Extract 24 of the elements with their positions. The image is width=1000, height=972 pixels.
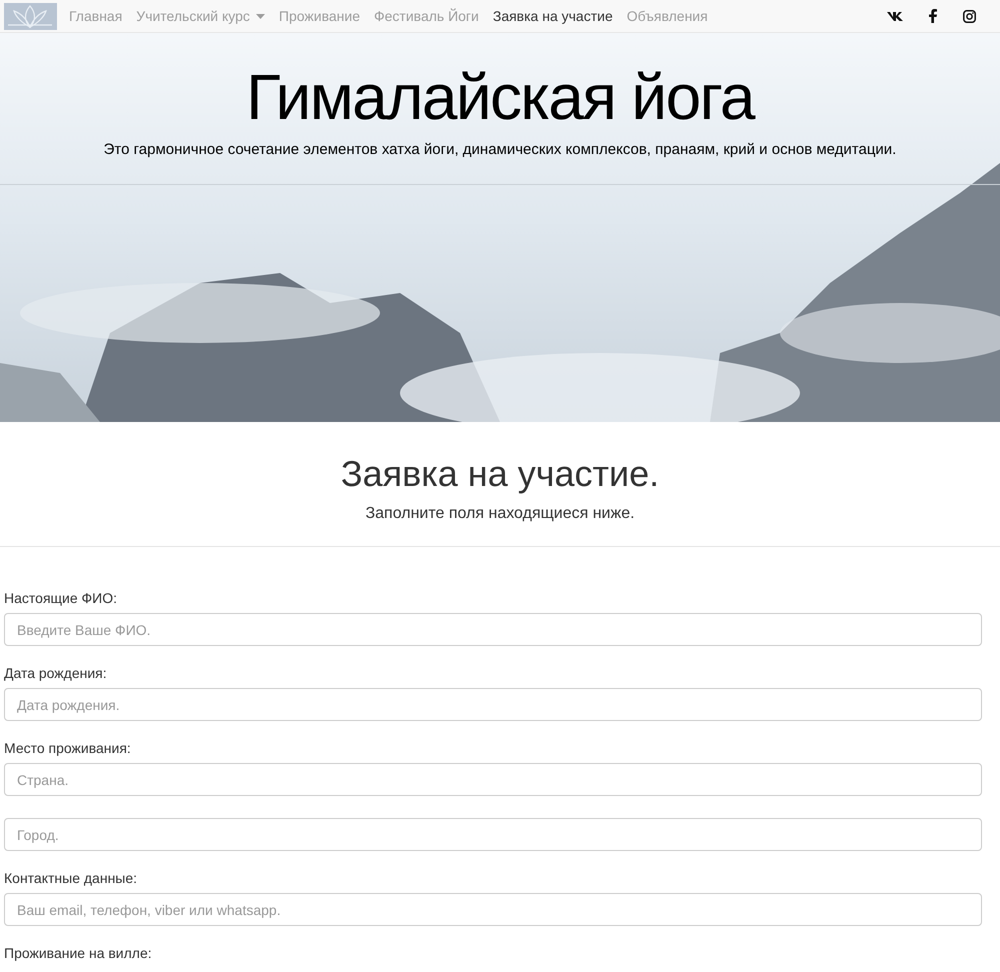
instagram-icon[interactable] [963, 10, 976, 22]
vk-icon[interactable] [887, 11, 903, 21]
nav-link[interactable]: Главная [69, 6, 122, 26]
nav-link[interactable]: Проживание [278, 6, 360, 26]
input-field[interactable]: Город. [4, 818, 982, 851]
hero-subtitle: Это гармоничное сочетание элементов хатха йоги, динамических комплексов, пранаям, крий и основ медитации. [104, 140, 896, 160]
input-field[interactable]: Ваш email, телефон, viber или whatsapp. [4, 893, 982, 926]
input-field[interactable]: Введите Ваше ФИО. [4, 613, 982, 646]
facebook-icon[interactable] [929, 9, 937, 23]
nav-link[interactable]: Объявления [626, 6, 708, 26]
field-label: Дата рождения: [4, 664, 108, 682]
input-field[interactable]: Дата рождения. [4, 688, 982, 721]
field-label: Настоящие ФИО: [4, 589, 118, 607]
nav-dropdown[interactable]: Учительский курс [136, 6, 265, 26]
hero-title: Гималайская йога [246, 60, 754, 135]
input-field[interactable]: Страна. [4, 763, 982, 796]
field-label: Проживание на вилле: [4, 944, 153, 962]
nav-link[interactable]: Фестиваль Йоги [374, 6, 479, 26]
nav-link[interactable]: Заявка на участие [492, 6, 613, 26]
form-title: Заявка на участие. [340, 452, 660, 496]
form-subtitle: Заполните поля находящиеся ниже. [365, 504, 635, 524]
caret-icon [256, 14, 265, 18]
field-label: Место проживания: [4, 739, 132, 757]
field-label: Контактные данные: [4, 869, 138, 887]
